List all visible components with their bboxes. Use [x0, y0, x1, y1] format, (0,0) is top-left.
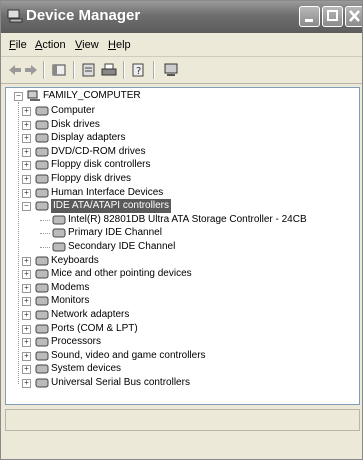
- forward-arrow-icon[interactable]: [23, 62, 39, 78]
- tree-item-label: Display adapters: [51, 132, 126, 144]
- tree-item-label: Processors: [51, 336, 102, 348]
- expand-icon[interactable]: +: [22, 365, 31, 375]
- collapse-icon[interactable]: −: [22, 202, 31, 212]
- floppy-drive-icon: [35, 174, 49, 184]
- device-tree[interactable]: − FAMILY_COMPUTER + Computer + Disk drives +…: [5, 87, 360, 405]
- toolbar-separator: [123, 61, 125, 79]
- tree-item-label: Sound, video and game controllers: [51, 349, 206, 361]
- expand-icon[interactable]: +: [22, 188, 31, 198]
- close-button[interactable]: [345, 6, 362, 27]
- expand-icon[interactable]: +: [22, 311, 31, 320]
- tree-item-label: Floppy disk controllers: [51, 159, 151, 171]
- expand-icon[interactable]: +: [22, 107, 31, 116]
- monitor-icon: [35, 296, 49, 306]
- ide-channel-icon: [52, 215, 66, 225]
- usb-icon: [35, 378, 49, 388]
- tree-item-label: Human Interface Devices: [51, 186, 164, 198]
- ide-channel-icon: [52, 242, 66, 252]
- maximize-icon: [327, 10, 338, 21]
- display-adapter-icon: [35, 133, 49, 143]
- tree-item-label: Keyboards: [51, 254, 99, 266]
- mouse-icon: [35, 269, 49, 279]
- scan-hardware-icon[interactable]: [163, 62, 179, 78]
- tree-item-label: Disk drives: [51, 118, 100, 130]
- tree-item-label: Ports (COM & LPT): [51, 322, 138, 334]
- ide-controller-icon: [35, 201, 49, 211]
- toolbar-separator: [153, 61, 155, 79]
- back-arrow-icon[interactable]: [7, 62, 23, 78]
- status-bar: [5, 409, 360, 431]
- tree-item-label: Universal Serial Bus controllers: [51, 377, 190, 388]
- close-icon: [349, 10, 360, 22]
- dvd-drive-icon: [35, 147, 49, 157]
- ide-channel-icon: [52, 228, 66, 238]
- help-icon[interactable]: ?: [131, 62, 147, 78]
- port-icon: [35, 324, 49, 334]
- computer-icon: [35, 106, 49, 116]
- keyboard-icon: [35, 256, 49, 266]
- toolbar-separator: [73, 61, 75, 79]
- tree-item-label: Modems: [51, 281, 90, 293]
- menu-action[interactable]: Action: [35, 39, 66, 51]
- menu-view[interactable]: View: [75, 39, 99, 51]
- expand-icon[interactable]: +: [22, 120, 31, 130]
- expand-icon[interactable]: +: [22, 324, 31, 334]
- hid-icon: [35, 188, 49, 198]
- tree-connector-line: [40, 247, 50, 248]
- expand-icon[interactable]: +: [22, 147, 31, 157]
- expand-icon[interactable]: +: [22, 161, 31, 171]
- properties-icon[interactable]: [81, 62, 97, 78]
- print-icon[interactable]: [101, 62, 117, 78]
- collapse-icon[interactable]: −: [14, 92, 23, 101]
- tree-item-label: Monitors: [51, 295, 90, 307]
- expand-icon[interactable]: +: [22, 351, 31, 361]
- tree-child-label: Intel(R) 82801DB Ultra ATA Storage Contr…: [68, 213, 307, 225]
- maximize-button[interactable]: [322, 6, 343, 27]
- tree-item-label: Floppy disk drives: [51, 173, 132, 184]
- tree-connector-line: [40, 219, 50, 221]
- expand-icon[interactable]: +: [22, 379, 31, 388]
- network-adapter-icon: [35, 310, 49, 320]
- modem-icon: [35, 283, 49, 293]
- sound-icon: [35, 351, 49, 361]
- menu-bar: File Action View Help: [1, 34, 362, 57]
- tree-connector-line: [18, 102, 19, 384]
- window-title: Device Manager: [26, 7, 141, 24]
- minimize-button[interactable]: [299, 6, 320, 27]
- tree-root-label: FAMILY_COMPUTER: [43, 90, 141, 101]
- tree-item-label: IDE ATA/ATAPI controllers: [51, 199, 171, 214]
- tree-connector-line: [40, 233, 50, 235]
- tree-item-label: Mice and other pointing devices: [51, 268, 192, 280]
- system-device-icon: [35, 364, 49, 374]
- tree-item-label: Network adapters: [51, 309, 130, 320]
- expand-icon[interactable]: +: [22, 270, 31, 280]
- svg-text:?: ?: [136, 66, 141, 77]
- device-manager-window: Device Manager File Action View Help ? −: [0, 0, 363, 460]
- expand-icon[interactable]: +: [22, 134, 31, 144]
- expand-icon[interactable]: +: [22, 338, 31, 348]
- title-bar[interactable]: Device Manager: [1, 1, 362, 33]
- expand-icon[interactable]: +: [22, 283, 31, 293]
- floppy-controller-icon: [35, 160, 49, 170]
- tree-item-label: Computer: [51, 105, 95, 116]
- tree-item-label: DVD/CD-ROM drives: [51, 145, 146, 157]
- console-tree-icon[interactable]: [51, 62, 67, 78]
- disk-drive-icon: [35, 120, 49, 130]
- menu-file[interactable]: File: [9, 39, 27, 51]
- expand-icon[interactable]: +: [22, 175, 31, 184]
- computer-icon: [27, 90, 40, 101]
- tree-item-label: System devices: [51, 363, 122, 375]
- tree-child-label: Secondary IDE Channel: [68, 241, 176, 252]
- toolbar: ?: [1, 57, 362, 84]
- processor-icon: [35, 337, 49, 347]
- toolbar-separator: [43, 61, 45, 79]
- expand-icon[interactable]: +: [22, 297, 31, 307]
- minimize-icon: [305, 19, 313, 22]
- tree-child-label: Primary IDE Channel: [68, 227, 162, 239]
- expand-icon[interactable]: +: [22, 256, 31, 266]
- device-manager-icon: [7, 9, 23, 23]
- menu-help[interactable]: Help: [108, 39, 131, 51]
